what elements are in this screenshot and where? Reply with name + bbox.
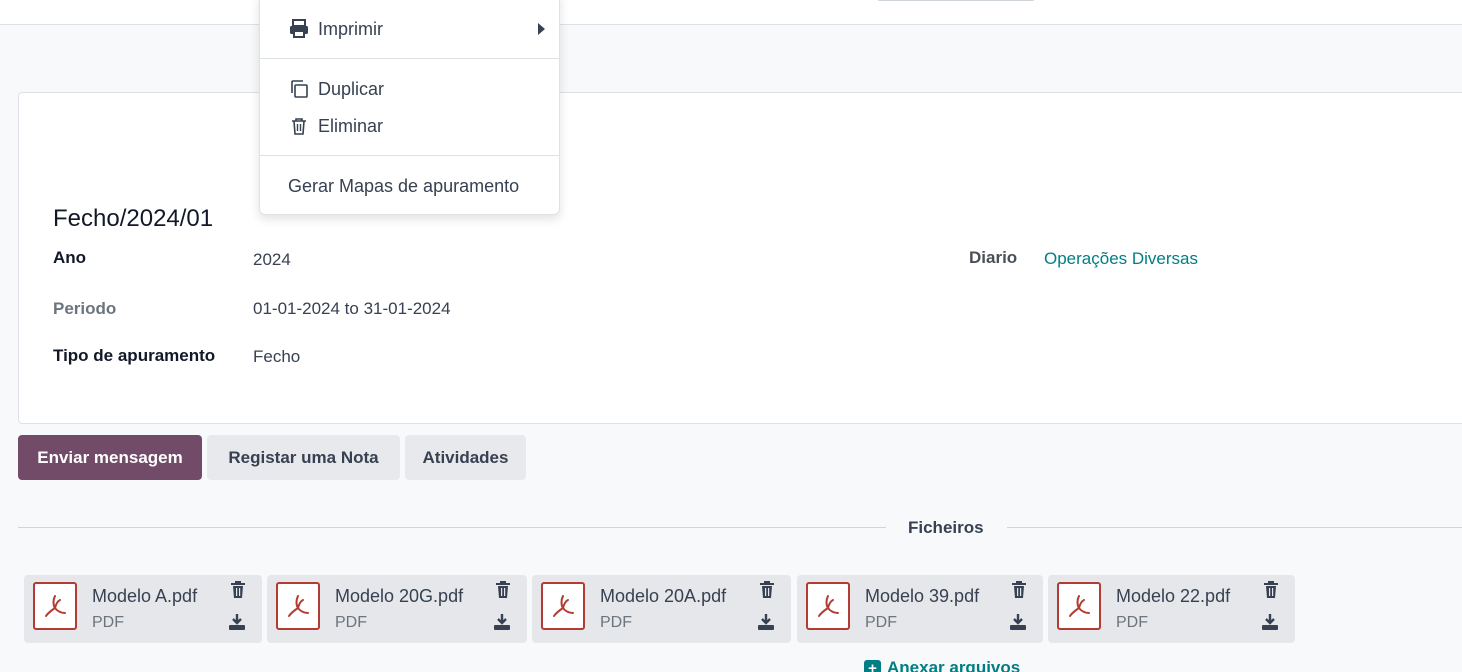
caret-right-icon: [538, 23, 545, 35]
separator-line: [18, 527, 886, 528]
attachment-name[interactable]: Modelo A.pdf: [92, 586, 197, 607]
pdf-file-icon: [541, 582, 585, 630]
attachment-card[interactable]: Modelo 20A.pdf PDF: [532, 575, 791, 643]
pdf-file-icon: [806, 582, 850, 630]
attachment-name[interactable]: Modelo 39.pdf: [865, 586, 979, 607]
trash-icon[interactable]: [1263, 581, 1279, 599]
menu-item-print[interactable]: Imprimir: [260, 12, 559, 46]
attachment-card[interactable]: Modelo 22.pdf PDF: [1048, 575, 1295, 643]
menu-item-label: Duplicar: [318, 78, 385, 99]
trash-icon[interactable]: [1011, 581, 1027, 599]
periodo-label: Periodo: [53, 299, 117, 318]
menu-item-duplicate[interactable]: Duplicar: [260, 72, 559, 106]
record-title: Fecho/2024/01: [53, 205, 214, 232]
download-icon[interactable]: [1009, 613, 1027, 631]
activities-button[interactable]: Atividades: [405, 435, 526, 480]
diario-label: Diario: [969, 248, 1018, 267]
diario-link[interactable]: Operações Diversas: [1044, 249, 1198, 269]
control-panel: [0, 0, 1462, 25]
plus-square-icon: +: [864, 659, 881, 672]
separator-line: [1007, 527, 1462, 528]
menu-item-delete[interactable]: Eliminar: [260, 109, 559, 143]
attachment-type: PDF: [1116, 614, 1148, 631]
send-message-button[interactable]: Enviar mensagem: [18, 435, 202, 480]
pdf-file-icon: [33, 582, 77, 630]
menu-item-label: Imprimir: [318, 18, 383, 39]
attachment-card[interactable]: Modelo A.pdf PDF: [24, 575, 262, 643]
attachment-type: PDF: [600, 614, 632, 631]
download-icon[interactable]: [757, 613, 775, 631]
attachment-type: PDF: [335, 614, 367, 631]
menu-item-label: Eliminar: [318, 115, 384, 136]
pager-control[interactable]: [876, 0, 1036, 1]
attachment-type: PDF: [92, 614, 124, 631]
attachment-card[interactable]: Modelo 39.pdf PDF: [797, 575, 1043, 643]
form-sheet: Fecho/2024/01 Ano 2024 Periodo 01-01-202…: [18, 92, 1462, 424]
periodo-value: 01-01-2024 to 31-01-2024: [253, 299, 451, 318]
attachment-card[interactable]: Modelo 20G.pdf PDF: [267, 575, 527, 643]
trash-icon: [292, 118, 306, 135]
attachment-name[interactable]: Modelo 20G.pdf: [335, 586, 463, 607]
pdf-file-icon: [1057, 582, 1101, 630]
attach-files-label: Anexar arquivos: [887, 658, 1021, 672]
ano-value: 2024: [253, 250, 291, 269]
action-dropdown-menu: Imprimir Duplicar Eliminar Gerar Mapas d…: [259, 0, 560, 215]
download-icon[interactable]: [1261, 613, 1279, 631]
menu-item-label: Gerar Mapas de apuramento: [288, 175, 520, 196]
log-note-button[interactable]: Registar uma Nota: [207, 435, 400, 480]
trash-icon[interactable]: [759, 581, 775, 599]
menu-divider: [260, 58, 559, 59]
printer-icon: [290, 19, 308, 38]
ano-label: Ano: [53, 248, 87, 267]
download-icon[interactable]: [228, 613, 246, 631]
menu-item-generate-maps[interactable]: Gerar Mapas de apuramento: [260, 169, 559, 203]
attachment-type: PDF: [865, 614, 897, 631]
trash-icon[interactable]: [495, 581, 511, 599]
attachment-name[interactable]: Modelo 22.pdf: [1116, 586, 1230, 607]
menu-divider: [260, 155, 559, 156]
copy-icon: [291, 80, 308, 98]
attach-files-link[interactable]: + Anexar arquivos: [864, 658, 1020, 672]
tipo-apuramento-value: Fecho: [253, 347, 301, 366]
attachment-name[interactable]: Modelo 20A.pdf: [600, 586, 726, 607]
files-section-label: Ficheiros: [908, 518, 984, 537]
tipo-apuramento-label: Tipo de apuramento: [53, 346, 216, 365]
download-icon[interactable]: [493, 613, 511, 631]
trash-icon[interactable]: [230, 581, 246, 599]
pdf-file-icon: [276, 582, 320, 630]
